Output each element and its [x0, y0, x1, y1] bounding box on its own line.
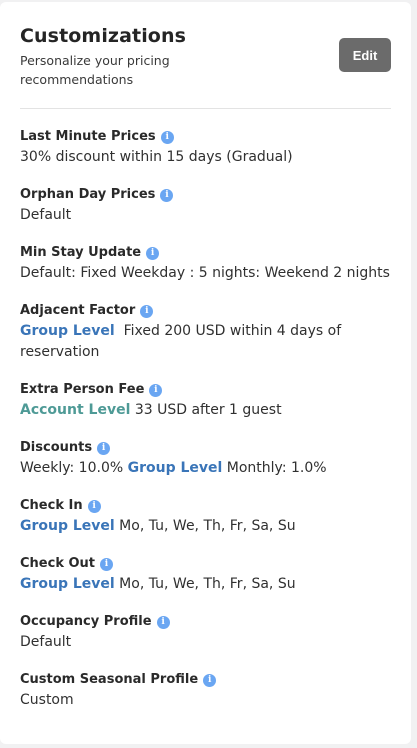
customization-list: Last Minute Prices i 30% discount within…	[20, 109, 393, 711]
item-value: Default	[20, 634, 72, 650]
account-level-tag: Account Level	[20, 402, 131, 418]
info-icon[interactable]: i	[160, 188, 174, 202]
card-header: Customizations Personalize your pricing …	[20, 24, 391, 109]
info-icon[interactable]: i	[140, 304, 154, 318]
item-label: Orphan Day Prices	[20, 187, 156, 202]
weekly-discount: Weekly: 10.0%	[20, 460, 124, 476]
item-value: Default: Fixed Weekday : 5 nights: Weeke…	[20, 265, 390, 281]
item-label: Check In	[20, 498, 83, 513]
info-icon[interactable]: i	[203, 673, 217, 687]
item-value: Account Level 33 USD after 1 guest	[20, 400, 393, 421]
item-min-stay-update: Min Stay Update i Default: Fixed Weekday…	[20, 244, 393, 284]
item-value: Weekly: 10.0% Group Level Monthly: 1.0%	[20, 458, 393, 479]
item-extra-person-fee: Extra Person Fee i Account Level 33 USD …	[20, 381, 393, 421]
info-icon[interactable]: i	[146, 246, 160, 260]
item-value: 30% discount within 15 days (Gradual)	[20, 149, 293, 165]
item-label: Custom Seasonal Profile	[20, 672, 199, 687]
item-check-out: Check Out i Group Level Mo, Tu, We, Th, …	[20, 555, 393, 595]
item-label: Check Out	[20, 556, 96, 571]
item-value: Custom	[20, 692, 74, 708]
item-occupancy-profile: Occupancy Profile i Default	[20, 613, 393, 653]
item-last-minute-prices: Last Minute Prices i 30% discount within…	[20, 128, 393, 168]
item-value: Group Level Mo, Tu, We, Th, Fr, Sa, Su	[20, 574, 393, 595]
edit-button[interactable]: Edit	[339, 38, 391, 72]
item-label: Discounts	[20, 440, 93, 455]
group-level-tag: Group Level	[20, 518, 115, 534]
monthly-discount: Monthly: 1.0%	[226, 460, 327, 476]
item-orphan-day-prices: Orphan Day Prices i Default	[20, 186, 393, 226]
item-value-text: 33 USD after 1 guest	[134, 402, 282, 418]
group-level-tag: Group Level	[20, 323, 115, 339]
info-icon[interactable]: i	[149, 383, 163, 397]
info-icon[interactable]: i	[156, 615, 170, 629]
item-label: Extra Person Fee	[20, 382, 145, 397]
group-level-tag: Group Level	[20, 576, 115, 592]
item-label: Min Stay Update	[20, 245, 142, 260]
item-adjacent-factor: Adjacent Factor i Group Level Fixed 200 …	[20, 302, 393, 363]
item-value-text: Mo, Tu, We, Th, Fr, Sa, Su	[119, 518, 296, 534]
item-value: Group Level Mo, Tu, We, Th, Fr, Sa, Su	[20, 516, 393, 537]
item-check-in: Check In i Group Level Mo, Tu, We, Th, F…	[20, 497, 393, 537]
card-subtitle: Personalize your pricing recommendations	[20, 53, 170, 87]
customizations-card: Customizations Personalize your pricing …	[0, 2, 411, 744]
item-custom-seasonal-profile: Custom Seasonal Profile i Custom	[20, 671, 393, 711]
item-value: Group Level Fixed 200 USD within 4 days …	[20, 321, 393, 363]
group-level-tag: Group Level	[127, 460, 223, 476]
item-label: Occupancy Profile	[20, 614, 152, 629]
info-icon[interactable]: i	[97, 441, 111, 455]
item-discounts: Discounts i Weekly: 10.0% Group Level Mo…	[20, 439, 393, 479]
card-title: Customizations	[20, 25, 186, 47]
info-icon[interactable]: i	[87, 499, 101, 513]
item-value: Default	[20, 207, 72, 223]
info-icon[interactable]: i	[160, 130, 174, 144]
item-value-text: Mo, Tu, We, Th, Fr, Sa, Su	[119, 576, 296, 592]
info-icon[interactable]: i	[100, 557, 114, 571]
item-label: Adjacent Factor	[20, 303, 136, 318]
item-label: Last Minute Prices	[20, 129, 156, 144]
